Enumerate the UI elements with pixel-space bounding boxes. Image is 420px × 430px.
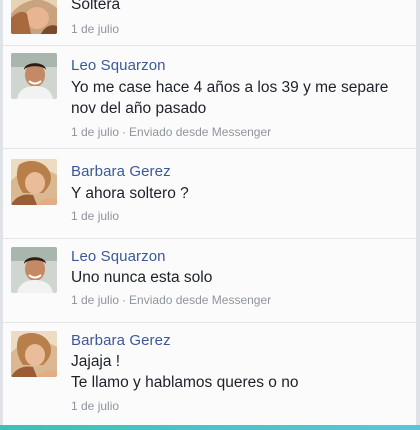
sender-name[interactable]: Leo Squarzon xyxy=(71,248,166,265)
man-avatar-icon[interactable] xyxy=(11,247,57,293)
message-date[interactable]: 1 de julio xyxy=(71,399,119,413)
meta-separator: · xyxy=(122,293,127,307)
woman-avatar-icon[interactable] xyxy=(11,159,57,205)
message-text: Uno nunca esta solo xyxy=(71,269,213,286)
man-avatar-icon[interactable] xyxy=(11,53,57,99)
message-date[interactable]: 1 de julio xyxy=(71,22,119,36)
sent-via-label: Enviado desde Messenger xyxy=(129,293,272,307)
message-date[interactable]: 1 de julio xyxy=(71,125,119,139)
message-date[interactable]: 1 de julio xyxy=(71,293,119,307)
message-meta: 1 de julio xyxy=(71,209,119,223)
sender-name[interactable]: Leo Squarzon xyxy=(71,57,166,74)
message-meta: 1 de julio · Enviado desde Messenger xyxy=(71,293,271,307)
sender-name[interactable]: Barbara Gerez xyxy=(71,163,171,180)
sender-name[interactable]: Barbara Gerez xyxy=(71,332,171,349)
woman-avatar-icon[interactable] xyxy=(11,0,57,34)
message-text: Soltera xyxy=(71,0,121,13)
message-meta: 1 de julio xyxy=(71,22,119,36)
message-item: Barbara Gerez Jajaja ! Te llamo y hablam… xyxy=(3,323,416,425)
message-item: Barbara Gerez Y ahora soltero ? 1 de jul… xyxy=(3,149,416,239)
message-date[interactable]: 1 de julio xyxy=(71,209,119,223)
message-text: Y ahora soltero ? xyxy=(71,185,189,202)
message-item: Soltera 1 de julio xyxy=(3,0,416,46)
message-text: nov del año pasado xyxy=(71,100,207,117)
message-item: Leo Squarzon Yo me case hace 4 años a lo… xyxy=(3,45,416,149)
message-text: Jajaja ! xyxy=(71,353,121,370)
sent-via-label: Enviado desde Messenger xyxy=(129,125,272,139)
message-text: Yo me case hace 4 años a los 39 y me sep… xyxy=(71,79,389,96)
bottom-accent-bar xyxy=(0,425,420,430)
message-meta: 1 de julio · Enviado desde Messenger xyxy=(71,125,271,139)
message-meta: 1 de julio xyxy=(71,399,119,413)
message-text: Te llamo y hablamos queres o no xyxy=(71,374,299,391)
message-item: Leo Squarzon Uno nunca esta solo 1 de ju… xyxy=(3,239,416,323)
meta-separator: · xyxy=(122,125,127,139)
woman-avatar-icon[interactable] xyxy=(11,331,57,377)
message-thread: Soltera 1 de julio Leo Squarzon Yo me ca… xyxy=(3,0,416,425)
